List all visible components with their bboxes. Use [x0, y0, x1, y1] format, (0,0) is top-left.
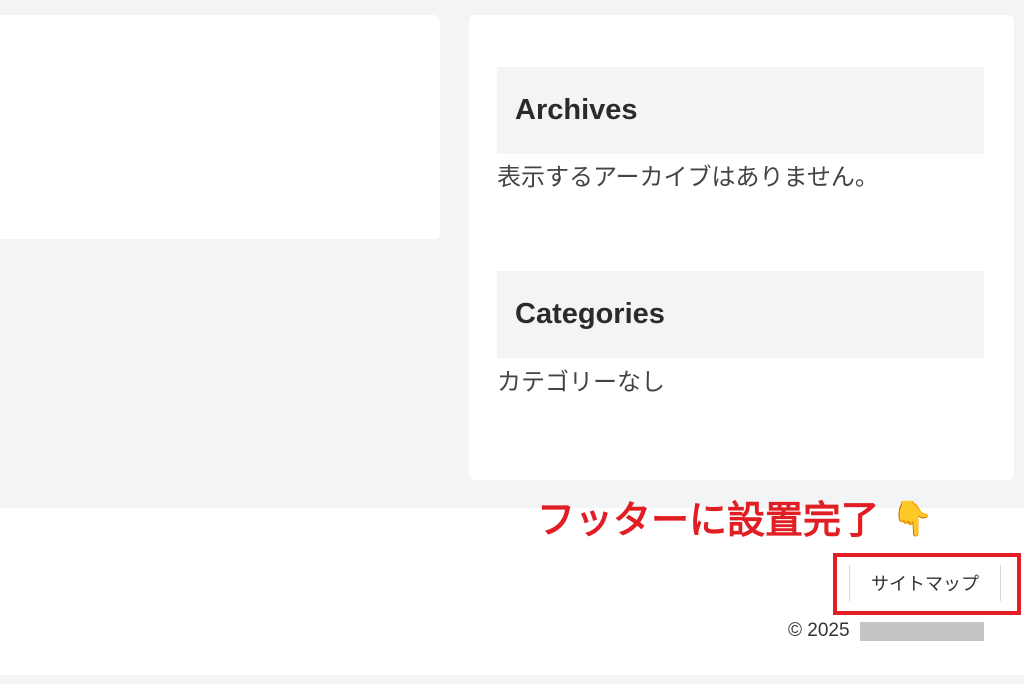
sidebar: Archives 表示するアーカイブはありません。 Categories カテゴ… — [469, 15, 1014, 480]
redacted-site-name — [859, 621, 984, 641]
pointing-down-hand-icon: 👇 — [891, 498, 934, 539]
main-content-card — [0, 15, 440, 239]
copyright: © 2025 — [788, 620, 984, 642]
categories-empty-message: カテゴリーなし — [497, 368, 665, 396]
annotation-label: フッターに設置完了 👇 — [537, 489, 933, 544]
archives-widget-title: Archives — [497, 67, 984, 155]
annotation-text: フッターに設置完了 — [537, 498, 880, 542]
categories-widget-title: Categories — [497, 271, 984, 359]
copyright-text: © 2025 — [788, 620, 850, 641]
footer-sitemap-link[interactable]: サイトマップ — [849, 565, 1001, 601]
archives-empty-message: 表示するアーカイブはありません。 — [497, 163, 879, 191]
